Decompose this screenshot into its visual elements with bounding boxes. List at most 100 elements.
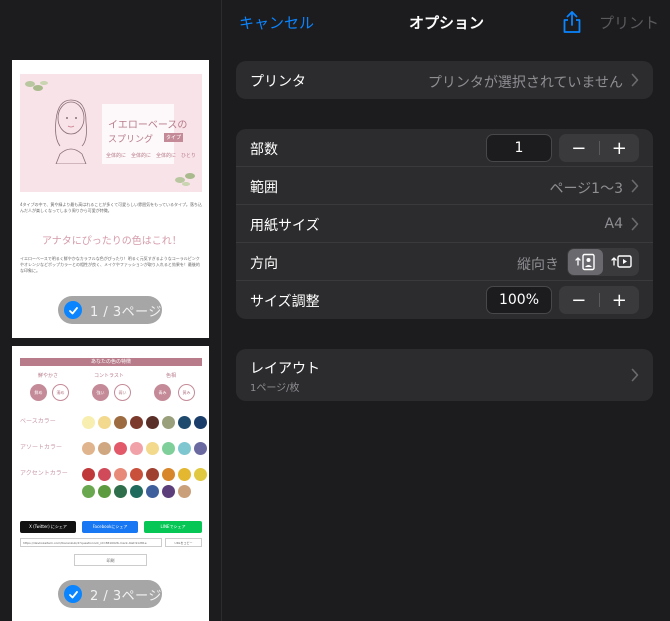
color-swatch <box>194 442 207 455</box>
landscape-icon <box>610 255 632 268</box>
share-facebook-button: Facebookにシェア <box>82 521 138 533</box>
copies-row: 部数 1 − + <box>236 129 653 167</box>
options-pane: キャンセル オプション プリント プリンタ プリンタが選択されていません 部数 … <box>223 0 670 621</box>
color-swatch <box>194 468 207 481</box>
page-print-button: 印刷 <box>74 554 147 566</box>
assort-color-label: アソートカラー <box>20 444 63 451</box>
page-badge-label: 2 / 3ページ <box>90 588 162 604</box>
print-button[interactable]: プリント <box>599 12 659 33</box>
scaling-decrement-button[interactable]: − <box>559 286 599 314</box>
range-label: 範囲 <box>250 180 278 196</box>
checkmark-icon <box>64 301 82 319</box>
hero-banner: イエローベースの スプリング タイプ 全体的に 全体的に 全体的に ひとり <box>20 74 202 192</box>
color-swatch <box>130 485 143 498</box>
color-swatch <box>130 416 143 429</box>
yellow-option: 黄み <box>178 384 195 401</box>
paper-size-value: A4 <box>604 216 623 232</box>
color-swatch <box>82 442 95 455</box>
weak-option: 弱い <box>114 384 131 401</box>
chevron-right-icon <box>631 73 639 87</box>
color-swatch <box>82 485 95 498</box>
orientation-row: 方向 縦向き <box>236 243 653 281</box>
orientation-label: 方向 <box>250 256 278 272</box>
color-swatch <box>178 485 191 498</box>
color-swatch <box>98 442 111 455</box>
share-url-field: https://devkozaitem.com/lbarankub/2?ques… <box>20 538 162 547</box>
intro-text: 4タイプの中で、黄や緑より最も高はれることが多くて可愛らしい雰囲気をもっているタ… <box>20 202 202 213</box>
chevron-right-icon <box>631 368 639 382</box>
vivid-option: 鮮め <box>30 384 47 401</box>
copies-field[interactable]: 1 <box>486 134 552 162</box>
page-badge-label: 1 / 3ページ <box>90 304 162 320</box>
color-swatch <box>146 468 159 481</box>
color-swatch <box>194 416 207 429</box>
copies-increment-button[interactable]: + <box>600 134 640 162</box>
share-icon[interactable] <box>561 10 583 34</box>
paper-size-row[interactable]: 用紙サイズ A4 <box>236 205 653 243</box>
color-swatch <box>82 468 95 481</box>
share-x-button: X (Twitter) にシェア <box>20 521 76 533</box>
hero-subtitle: 全体的に 全体的に 全体的に ひとり <box>106 153 196 159</box>
page-preview-pane[interactable]: イエローベースの スプリング タイプ 全体的に 全体的に 全体的に ひとり 4タ… <box>0 0 222 621</box>
page-badge-1[interactable]: 1 / 3ページ <box>58 296 162 324</box>
hero-title-2: スプリング <box>108 135 154 145</box>
range-row[interactable]: 範囲 ページ1〜3 <box>236 167 653 205</box>
blue-option: 青み <box>154 384 171 401</box>
color-swatch <box>114 485 127 498</box>
print-options-screen: イエローベースの スプリング タイプ 全体的に 全体的に 全体的に ひとり 4タ… <box>0 0 670 621</box>
color-swatch <box>162 468 175 481</box>
range-value: ページ1〜3 <box>549 181 623 197</box>
layout-group: レイアウト 1ページ/枚 <box>236 349 653 401</box>
chevron-right-icon <box>631 217 639 231</box>
muted-option: 濁め <box>52 384 69 401</box>
color-swatch <box>178 442 191 455</box>
color-swatch <box>178 468 191 481</box>
column-contrast: コントラスト <box>94 373 124 379</box>
settings-group: 部数 1 − + 範囲 ページ1〜3 用紙サイズ A4 方向 縦向き サイズ調整… <box>236 129 653 319</box>
portrait-icon <box>574 253 595 271</box>
hero-title: イエローベースの <box>108 120 188 131</box>
color-swatch <box>98 416 111 429</box>
portrait-button[interactable] <box>568 249 603 275</box>
copies-decrement-button[interactable]: − <box>559 134 599 162</box>
color-swatch <box>98 485 111 498</box>
color-swatch <box>162 416 175 429</box>
copy-url-button: URLをコピー <box>165 538 202 547</box>
layout-label: レイアウト <box>250 361 320 377</box>
hero-tag: タイプ <box>164 133 184 142</box>
color-swatch <box>82 416 95 429</box>
page-badge-2[interactable]: 2 / 3ページ <box>58 580 162 608</box>
copies-label: 部数 <box>250 142 278 158</box>
scaling-stepper: − + <box>559 286 639 314</box>
color-swatch <box>146 485 159 498</box>
layout-row[interactable]: レイアウト 1ページ/枚 <box>236 349 653 401</box>
color-swatch <box>98 468 111 481</box>
leaf-decoration-icon <box>25 81 48 91</box>
copies-stepper: − + <box>559 134 639 162</box>
scaling-row: サイズ調整 100% − + <box>236 281 653 319</box>
color-swatch <box>162 485 175 498</box>
printer-label: プリンタ <box>250 74 306 90</box>
scaling-increment-button[interactable]: + <box>600 286 640 314</box>
column-vividness: 鮮やかさ <box>38 373 59 379</box>
color-swatch <box>114 468 127 481</box>
printer-row[interactable]: プリンタ プリンタが選択されていません <box>236 61 653 99</box>
features-header: あなたの色の特徴 <box>20 358 202 366</box>
orientation-value: 縦向き <box>517 257 559 273</box>
color-swatch <box>114 442 127 455</box>
base-color-label: ベースカラー <box>20 418 56 425</box>
section-heading: アナタにぴったりの色はこれ！ <box>42 236 182 247</box>
scaling-field[interactable]: 100% <box>486 286 552 314</box>
checkmark-icon <box>64 585 82 603</box>
color-swatch <box>178 416 191 429</box>
strong-option: 強い <box>92 384 109 401</box>
color-swatch <box>146 442 159 455</box>
color-swatch <box>114 416 127 429</box>
scaling-label: サイズ調整 <box>250 294 320 310</box>
share-line-button: LINEでシェア <box>144 521 202 533</box>
paper-size-label: 用紙サイズ <box>250 218 320 234</box>
landscape-button[interactable] <box>604 248 639 276</box>
color-swatch <box>130 442 143 455</box>
color-swatch <box>162 442 175 455</box>
illustration-woman-icon <box>55 99 87 164</box>
